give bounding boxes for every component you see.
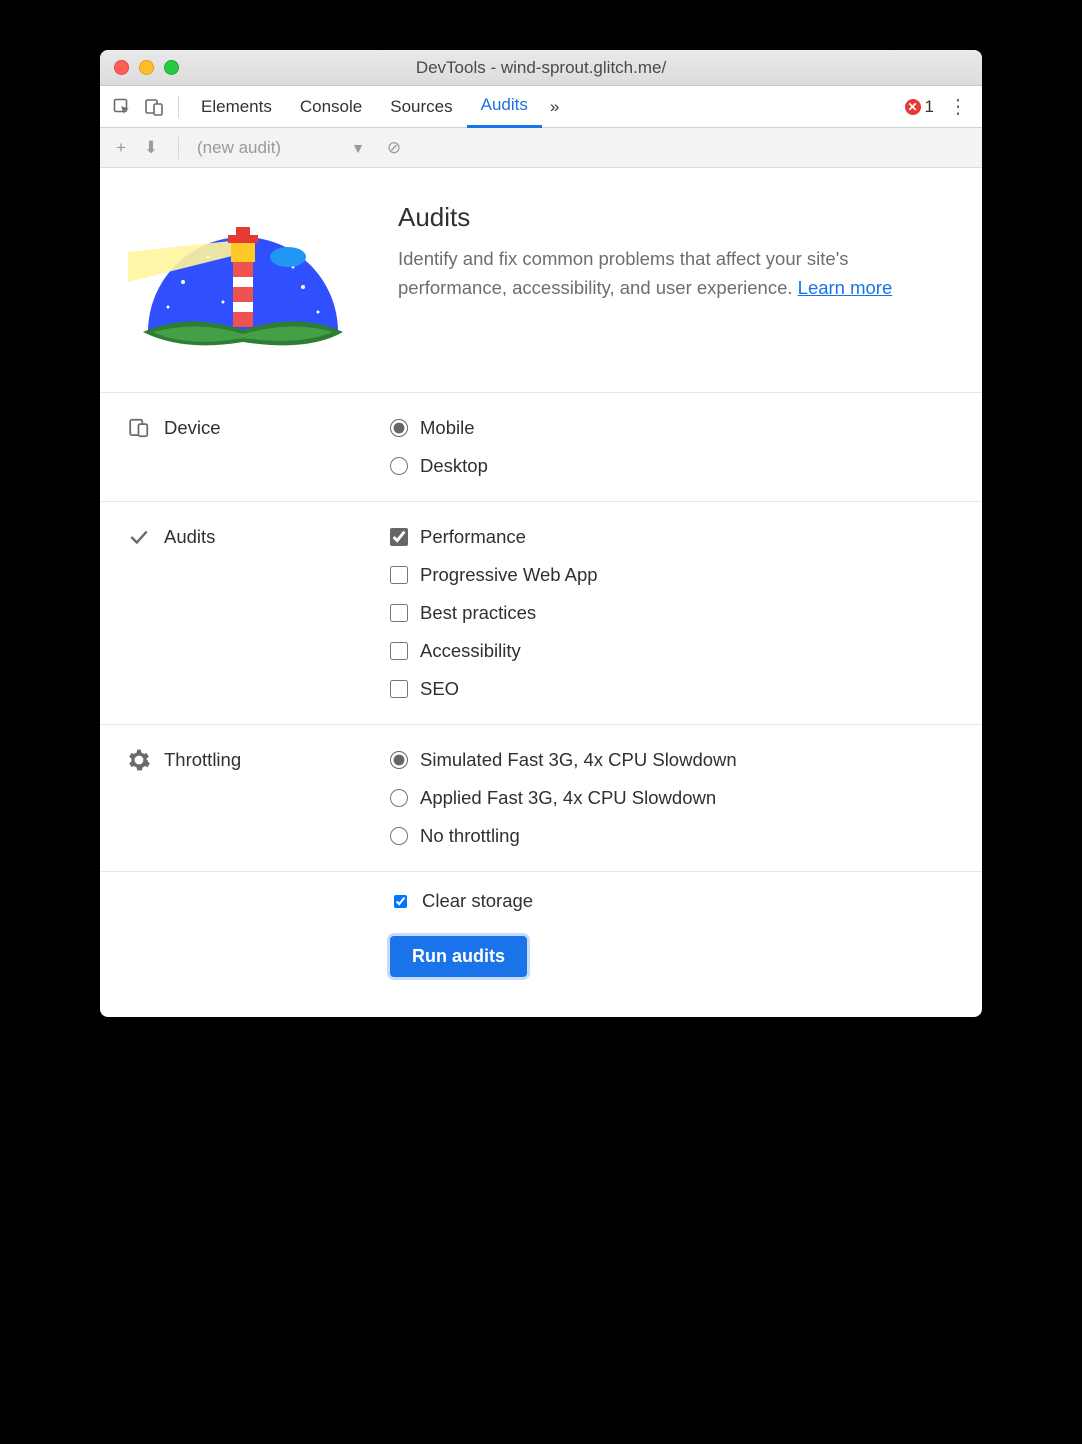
gear-icon <box>128 749 150 771</box>
run-audits-button[interactable]: Run audits <box>390 936 527 977</box>
throttling-option-simulated[interactable]: Simulated Fast 3G, 4x CPU Slowdown <box>390 749 737 771</box>
throttling-option-applied-label: Applied Fast 3G, 4x CPU Slowdown <box>420 787 716 809</box>
error-count-badge[interactable]: ✕ 1 <box>905 97 934 117</box>
device-section-label: Device <box>128 417 390 477</box>
audits-header: Audits Identify and fix common problems … <box>100 168 982 393</box>
audit-option-pwa[interactable]: Progressive Web App <box>390 564 598 586</box>
audits-label-text: Audits <box>164 526 215 548</box>
audit-check-pwa[interactable] <box>390 566 408 584</box>
device-section: Device Mobile Desktop <box>100 393 982 502</box>
clear-storage-checkbox[interactable] <box>394 895 407 908</box>
device-option-mobile[interactable]: Mobile <box>390 417 488 439</box>
clear-audits-icon[interactable]: ⊘ <box>383 138 405 158</box>
audit-option-pwa-label: Progressive Web App <box>420 564 598 586</box>
audit-option-best-practices[interactable]: Best practices <box>390 602 598 624</box>
check-icon <box>128 526 150 548</box>
audit-option-performance-label: Performance <box>420 526 526 548</box>
audits-footer: Clear storage Run audits <box>100 872 982 1017</box>
window-title: DevTools - wind-sprout.glitch.me/ <box>100 58 982 78</box>
tab-audits[interactable]: Audits <box>467 86 542 128</box>
audit-category-options: Performance Progressive Web App Best pra… <box>390 526 598 700</box>
audits-toolbar: + ⬇ (new audit) ▼ ⊘ <box>100 128 982 168</box>
chevron-down-icon: ▼ <box>351 140 365 156</box>
audit-option-best-practices-label: Best practices <box>420 602 536 624</box>
close-window-button[interactable] <box>114 60 129 75</box>
device-label-text: Device <box>164 417 221 439</box>
audits-section: Audits Performance Progressive Web App B… <box>100 502 982 725</box>
audits-description-text: Identify and fix common problems that af… <box>398 248 849 298</box>
inspect-element-icon[interactable] <box>108 93 136 121</box>
separator <box>178 96 179 118</box>
tab-elements[interactable]: Elements <box>187 86 286 128</box>
clear-storage-label: Clear storage <box>422 890 533 912</box>
audit-option-accessibility-label: Accessibility <box>420 640 521 662</box>
throttling-options: Simulated Fast 3G, 4x CPU Slowdown Appli… <box>390 749 737 847</box>
titlebar: DevTools - wind-sprout.glitch.me/ <box>100 50 982 86</box>
throttling-label-text: Throttling <box>164 749 241 771</box>
device-icon <box>128 417 150 439</box>
audit-report-selector-label: (new audit) <box>197 138 281 158</box>
device-option-desktop[interactable]: Desktop <box>390 455 488 477</box>
tab-console[interactable]: Console <box>286 86 376 128</box>
throttling-section: Throttling Simulated Fast 3G, 4x CPU Slo… <box>100 725 982 872</box>
throttling-radio-simulated[interactable] <box>390 751 408 769</box>
lighthouse-illustration <box>128 202 358 352</box>
throttling-section-label: Throttling <box>128 749 390 847</box>
throttling-radio-none[interactable] <box>390 827 408 845</box>
error-icon: ✕ <box>905 99 921 115</box>
new-audit-icon[interactable]: + <box>110 138 132 158</box>
devtools-tabbar: Elements Console Sources Audits » ✕ 1 ⋮ <box>100 86 982 128</box>
throttling-option-applied[interactable]: Applied Fast 3G, 4x CPU Slowdown <box>390 787 737 809</box>
toggle-device-toolbar-icon[interactable] <box>140 93 168 121</box>
audit-option-performance[interactable]: Performance <box>390 526 598 548</box>
learn-more-link[interactable]: Learn more <box>798 277 893 298</box>
devtools-menu-button[interactable]: ⋮ <box>940 94 976 119</box>
throttling-option-simulated-label: Simulated Fast 3G, 4x CPU Slowdown <box>420 749 737 771</box>
audit-check-performance[interactable] <box>390 528 408 546</box>
tab-sources[interactable]: Sources <box>376 86 466 128</box>
devtools-window: DevTools - wind-sprout.glitch.me/ Elemen… <box>100 50 982 1017</box>
throttling-radio-applied[interactable] <box>390 789 408 807</box>
audit-check-best-practices[interactable] <box>390 604 408 622</box>
throttling-option-none[interactable]: No throttling <box>390 825 737 847</box>
audits-header-text: Audits Identify and fix common problems … <box>398 202 954 352</box>
device-radio-desktop[interactable] <box>390 457 408 475</box>
device-option-desktop-label: Desktop <box>420 455 488 477</box>
device-option-mobile-label: Mobile <box>420 417 475 439</box>
download-report-icon[interactable]: ⬇ <box>140 138 162 158</box>
device-options: Mobile Desktop <box>390 417 488 477</box>
audit-option-accessibility[interactable]: Accessibility <box>390 640 598 662</box>
audits-section-label: Audits <box>128 526 390 700</box>
audit-check-accessibility[interactable] <box>390 642 408 660</box>
maximize-window-button[interactable] <box>164 60 179 75</box>
overflow-tabs-button[interactable]: » <box>542 86 567 128</box>
audits-description: Identify and fix common problems that af… <box>398 245 954 302</box>
error-count: 1 <box>925 97 934 117</box>
throttling-option-none-label: No throttling <box>420 825 520 847</box>
separator <box>178 137 179 159</box>
traffic-lights <box>114 60 179 75</box>
audit-option-seo[interactable]: SEO <box>390 678 598 700</box>
minimize-window-button[interactable] <box>139 60 154 75</box>
clear-storage-option[interactable]: Clear storage <box>390 890 954 912</box>
audit-check-seo[interactable] <box>390 680 408 698</box>
audits-title: Audits <box>398 202 954 233</box>
device-radio-mobile[interactable] <box>390 419 408 437</box>
audit-option-seo-label: SEO <box>420 678 459 700</box>
audit-report-selector[interactable]: (new audit) ▼ <box>197 138 365 158</box>
